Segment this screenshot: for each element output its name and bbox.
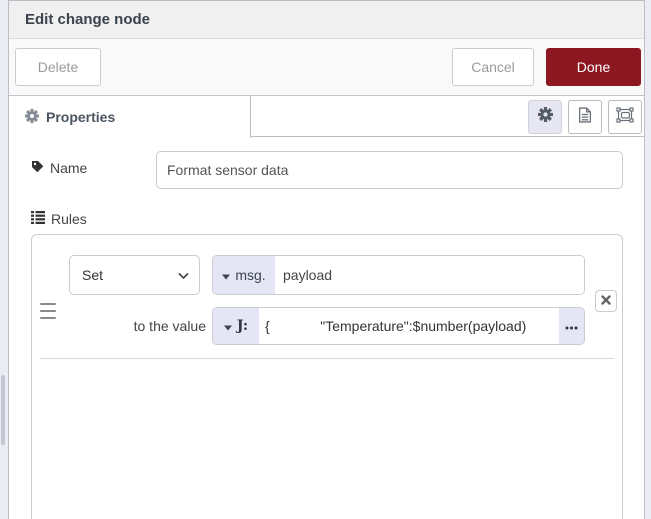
rule-property-field: msg. xyxy=(212,255,585,295)
property-input[interactable] xyxy=(275,256,584,294)
rule-divider xyxy=(40,358,614,359)
tab-properties[interactable]: Properties xyxy=(9,96,251,138)
rule-value-field: J: { "Temperature":$number(payload) xyxy=(212,307,585,345)
caret-down-icon xyxy=(222,267,230,283)
rules-section-label: Rules xyxy=(31,211,87,227)
workspace-scrollbar-track xyxy=(0,0,8,519)
to-value-label: to the value xyxy=(134,318,206,334)
rule-action-select[interactable]: Set xyxy=(69,255,200,295)
chevron-down-icon xyxy=(178,267,189,283)
workspace-scrollbar-thumb[interactable] xyxy=(1,375,5,445)
done-button[interactable]: Done xyxy=(546,48,641,86)
tag-icon xyxy=(31,160,44,176)
appearance-view-button[interactable] xyxy=(608,100,642,134)
delete-button[interactable]: Delete xyxy=(15,48,101,86)
tab-properties-label: Properties xyxy=(46,109,115,125)
list-icon xyxy=(31,211,45,227)
gear-icon xyxy=(538,107,553,127)
property-type-label: msg. xyxy=(235,267,265,283)
dialog-header: Edit change node xyxy=(9,1,644,39)
dialog-title: Edit change node xyxy=(25,11,150,28)
dialog-button-bar: Delete Cancel Done xyxy=(9,39,644,96)
ellipsis-icon xyxy=(565,317,578,335)
gear-icon xyxy=(25,109,39,126)
expand-expression-button[interactable] xyxy=(559,308,584,344)
delete-rule-button[interactable] xyxy=(595,290,617,312)
document-icon xyxy=(578,107,592,128)
cancel-button[interactable]: Cancel xyxy=(452,48,534,86)
caret-down-icon xyxy=(224,318,232,334)
name-field-label: Name xyxy=(31,160,87,176)
rule-action-value: Set xyxy=(82,267,178,283)
x-icon xyxy=(601,292,611,310)
drag-handle-icon[interactable] xyxy=(40,303,56,319)
expression-value[interactable]: { "Temperature":$number(payload) xyxy=(265,308,559,344)
rule-item: Set msg. to the value xyxy=(31,234,623,519)
property-type-button[interactable]: msg. xyxy=(213,256,275,294)
right-backdrop-strip xyxy=(645,0,651,519)
name-label-text: Name xyxy=(50,160,87,176)
node-appearance-icon xyxy=(616,107,634,128)
node-red-editor: Edit change node Delete Cancel Done xyxy=(0,0,651,519)
value-type-button[interactable]: J: xyxy=(213,308,259,344)
properties-view-button[interactable] xyxy=(528,100,562,134)
description-view-button[interactable] xyxy=(568,100,602,134)
tab-row: Properties xyxy=(9,96,644,137)
jsonata-type-icon: J: xyxy=(237,318,248,334)
edit-change-node-dialog: Edit change node Delete Cancel Done xyxy=(8,0,645,519)
name-input[interactable] xyxy=(156,151,623,189)
rules-label-text: Rules xyxy=(51,211,87,227)
